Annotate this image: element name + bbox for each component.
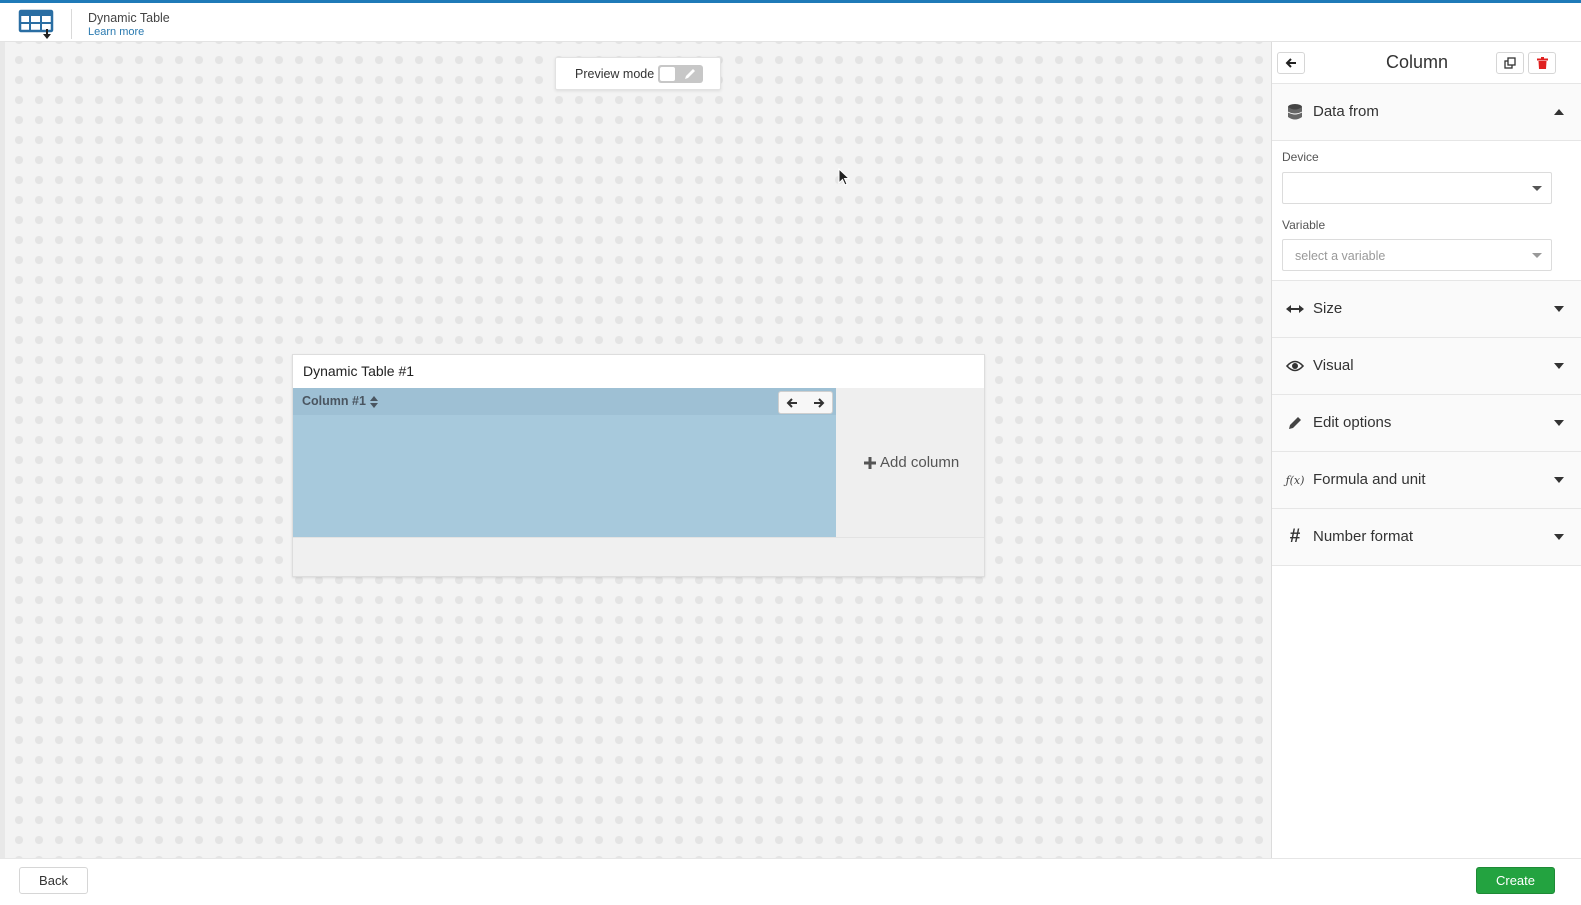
delete-button[interactable] bbox=[1528, 52, 1556, 74]
variable-label: Variable bbox=[1282, 218, 1326, 232]
pencil-icon bbox=[1285, 414, 1305, 432]
device-select[interactable] bbox=[1282, 172, 1552, 204]
caret-down-icon bbox=[1554, 534, 1564, 540]
add-column-button[interactable]: Add column bbox=[864, 454, 959, 471]
trash-icon bbox=[1536, 57, 1548, 69]
data-from-body: Device Variable select a variable bbox=[1272, 141, 1581, 281]
caret-up-icon bbox=[1554, 109, 1564, 115]
add-column-area: Add column bbox=[836, 388, 984, 537]
arrow-left-icon bbox=[786, 397, 797, 408]
move-right-button[interactable] bbox=[806, 392, 832, 413]
caret-down-icon bbox=[1554, 420, 1564, 426]
section-label: Size bbox=[1313, 300, 1343, 317]
back-button[interactable]: Back bbox=[19, 867, 88, 894]
duplicate-button[interactable] bbox=[1496, 52, 1524, 74]
section-number-format[interactable]: # Number format bbox=[1272, 509, 1581, 566]
widget-title: Dynamic Table #1 bbox=[303, 363, 415, 379]
function-icon: ƒ(x) bbox=[1285, 473, 1305, 487]
section-formula-and-unit[interactable]: ƒ(x) Formula and unit bbox=[1272, 452, 1581, 509]
sort-icon[interactable] bbox=[370, 395, 378, 408]
section-label: Edit options bbox=[1313, 414, 1392, 431]
move-left-button[interactable] bbox=[779, 392, 805, 413]
widget-footer bbox=[293, 537, 984, 576]
panel-header: Column bbox=[1272, 42, 1581, 84]
preview-mode-toggle[interactable] bbox=[658, 65, 703, 83]
section-label: Data from bbox=[1313, 103, 1379, 120]
chevron-down-icon bbox=[1532, 186, 1542, 191]
mouse-cursor-icon bbox=[838, 167, 852, 188]
device-label: Device bbox=[1282, 150, 1319, 164]
column-move-buttons bbox=[778, 391, 833, 414]
column-area[interactable]: Column #1 bbox=[293, 388, 836, 537]
variable-select[interactable]: select a variable bbox=[1282, 239, 1552, 271]
column-header[interactable]: Column #1 bbox=[293, 388, 836, 415]
add-column-label: Add column bbox=[880, 454, 960, 471]
section-data-from[interactable]: Data from bbox=[1272, 84, 1581, 141]
top-bar: Dynamic Table Learn more bbox=[0, 0, 1581, 42]
arrow-right-icon bbox=[814, 397, 825, 408]
dynamic-table-widget[interactable]: Dynamic Table #1 Column #1 Add column bbox=[292, 354, 985, 577]
toggle-knob bbox=[660, 67, 675, 81]
learn-more-link[interactable]: Learn more bbox=[88, 26, 144, 38]
table-download-icon bbox=[18, 8, 56, 40]
arrows-horizontal-icon bbox=[1285, 300, 1305, 318]
section-visual[interactable]: Visual bbox=[1272, 338, 1581, 395]
plus-icon bbox=[864, 456, 876, 469]
section-label: Formula and unit bbox=[1313, 471, 1426, 488]
bottom-bar: Back Create bbox=[0, 858, 1581, 905]
database-icon bbox=[1285, 103, 1305, 121]
section-size[interactable]: Size bbox=[1272, 281, 1581, 338]
header-divider bbox=[71, 9, 72, 39]
caret-down-icon bbox=[1554, 363, 1564, 369]
section-label: Number format bbox=[1313, 528, 1414, 545]
create-button[interactable]: Create bbox=[1476, 867, 1555, 894]
eye-icon bbox=[1285, 357, 1305, 375]
hashtag-icon: # bbox=[1289, 526, 1301, 547]
variable-placeholder: select a variable bbox=[1295, 249, 1386, 263]
column-settings-panel: Column Data from Device Variable select … bbox=[1271, 42, 1581, 866]
pencil-icon bbox=[682, 66, 698, 82]
copy-icon bbox=[1504, 57, 1516, 69]
app-title: Dynamic Table bbox=[88, 11, 170, 25]
caret-down-icon bbox=[1554, 306, 1564, 312]
column-header-label: Column #1 bbox=[302, 394, 366, 408]
section-edit-options[interactable]: Edit options bbox=[1272, 395, 1581, 452]
preview-mode-label: Preview mode bbox=[575, 67, 655, 81]
caret-down-icon bbox=[1554, 477, 1564, 483]
section-label: Visual bbox=[1313, 357, 1354, 374]
chevron-down-icon bbox=[1532, 253, 1542, 258]
preview-mode-control: Preview mode bbox=[555, 57, 721, 90]
